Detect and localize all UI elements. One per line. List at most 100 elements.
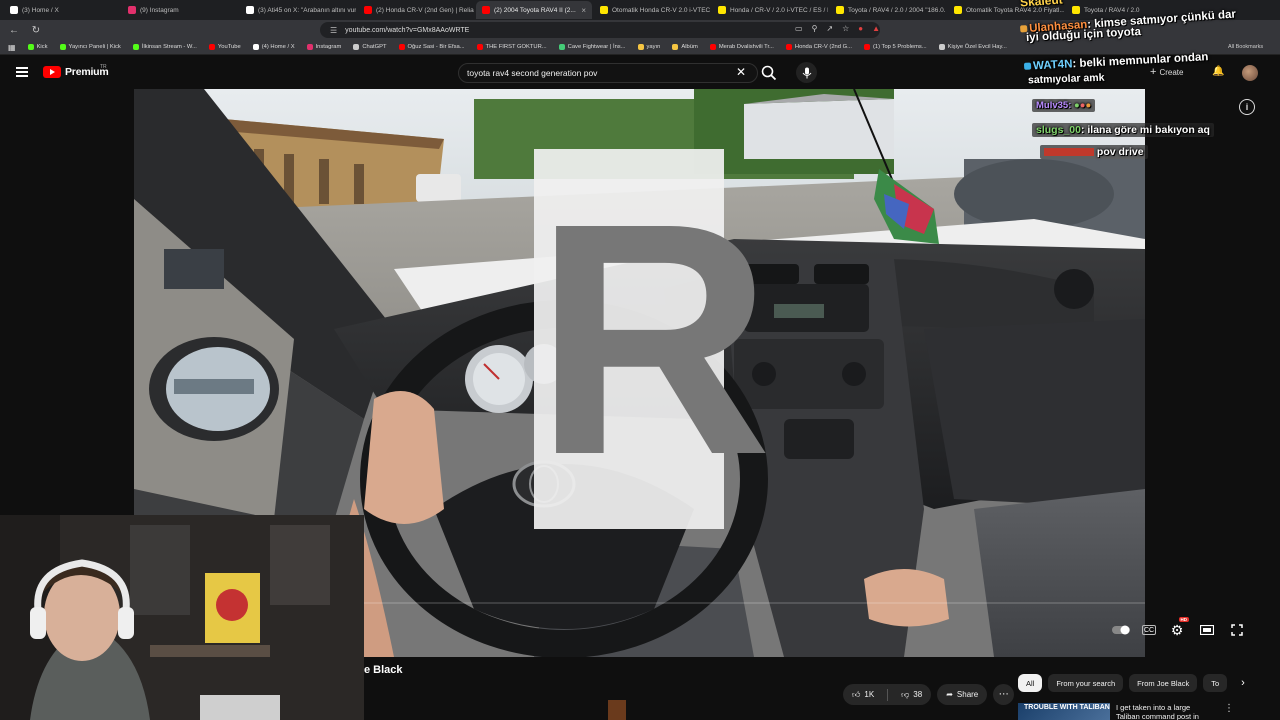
autoplay-toggle[interactable]	[1112, 622, 1130, 638]
site-info-icon[interactable]: ☰	[330, 26, 337, 35]
extension-icon[interactable]: ▲	[872, 24, 880, 33]
bookmark-favicon-icon	[208, 44, 215, 50]
bookmark-label: İlkinsan Stream - W...	[141, 44, 197, 50]
extension-icon[interactable]: ●	[858, 24, 863, 33]
apps-grid-icon[interactable]: ▦	[8, 43, 16, 52]
browser-tab[interactable]: (2) 2004 Toyota RAV4 II (2... ×	[476, 1, 592, 19]
browser-tab[interactable]: Toyota / RAV4 / 2.0 / 2004 "186.0...	[830, 1, 946, 19]
dislike-button[interactable]: 👎︎ 38	[892, 684, 931, 705]
bookmark-item[interactable]: Honda CR-V (2nd G...	[785, 44, 852, 50]
youtube-play-logo-icon	[43, 66, 61, 78]
channel-avatar-thumb[interactable]	[608, 700, 626, 720]
bookmark-item[interactable]: yayın	[637, 44, 661, 50]
recommended-video[interactable]: TROUBLE WITH TALIBAN I get taken into a …	[1018, 703, 1280, 720]
bookmark-label: Kick	[36, 44, 48, 50]
bookmark-label: (4) Home / X	[261, 44, 295, 50]
thumbs-down-icon: 👎︎	[901, 689, 910, 699]
bookmark-item[interactable]: Kişiye Özel Evcil Hay...	[938, 44, 1007, 50]
rec-more-icon[interactable]: ⋮	[1224, 703, 1234, 720]
filter-chip[interactable]: From your search	[1048, 674, 1124, 692]
back-arrow-icon[interactable]: ←	[8, 25, 20, 36]
chat-username: slugs_00	[1036, 124, 1081, 136]
bookmark-star-icon[interactable]: ☆	[842, 24, 849, 33]
more-actions-icon[interactable]: ⋯	[993, 684, 1015, 705]
bookmark-favicon-icon	[785, 44, 792, 50]
recommendation-chips: All From your search From Joe Black To ›	[1018, 674, 1245, 692]
browser-tab[interactable]: (3) Home / X	[4, 1, 120, 19]
bookmark-label: ChatGPT	[362, 44, 387, 50]
bookmark-label: Merab Dvalishvili Tr...	[718, 44, 774, 50]
bookmark-item[interactable]: Albüm	[672, 44, 698, 50]
bookmark-item[interactable]: Kick	[27, 44, 48, 50]
tab-title: Honda / CR-V / 2.0 i-VTEC / ES / H...	[730, 6, 828, 14]
stream-chat-overlay: Skaleut Ulanhasan: kimse satmıyor çünkü …	[1010, 0, 1280, 165]
bookmark-item[interactable]: ChatGPT	[353, 44, 387, 50]
bookmark-item[interactable]: YouTube	[208, 44, 241, 50]
bookmark-item[interactable]: Oğuz Sasi - Bir Efsa...	[398, 44, 465, 50]
zoom-icon[interactable]: ⚲	[812, 24, 818, 33]
browser-tab[interactable]: Otomatik Honda CR-V 2.0 i-VTEC...	[594, 1, 710, 19]
like-button[interactable]: 👍︎ 1K	[843, 684, 883, 705]
cast-icon[interactable]: ▭	[795, 24, 803, 33]
fullscreen-icon[interactable]	[1228, 622, 1246, 638]
share-icon: ➦	[946, 690, 953, 699]
browser-tab[interactable]: Honda / CR-V / 2.0 i-VTEC / ES / H...	[712, 1, 828, 19]
channel-name[interactable]: e Black	[364, 664, 403, 676]
video-overlay-letter: R	[534, 149, 772, 529]
dislike-count: 38	[913, 690, 923, 699]
share-page-icon[interactable]: ↗	[826, 24, 833, 33]
bookmark-favicon-icon	[398, 44, 405, 50]
tab-title: Toyota / RAV4 / 2.0 / 2004 "186.0...	[848, 6, 946, 14]
theater-mode-icon[interactable]	[1198, 622, 1216, 638]
autoplay-toggle-icon	[1112, 625, 1130, 635]
bookmark-item[interactable]: Merab Dvalishvili Tr...	[709, 44, 774, 50]
bookmark-item[interactable]: (4) Home / X	[252, 44, 295, 50]
search-icon[interactable]	[760, 64, 778, 82]
hamburger-menu-icon[interactable]	[16, 67, 28, 77]
tab-favicon-icon	[600, 6, 608, 14]
share-button[interactable]: ➦ Share	[937, 684, 988, 705]
search-query: toyota rav4 second generation pov	[467, 68, 598, 78]
bookmark-favicon-icon	[672, 44, 679, 50]
chat-text: belki memnunlar ondan	[1079, 51, 1209, 70]
browser-tab[interactable]: (9) Instagram	[122, 1, 238, 19]
subtitles-icon[interactable]: CC	[1142, 625, 1156, 635]
bookmark-label: Yayıncı Paneli | Kick	[68, 44, 121, 50]
tab-favicon-icon	[246, 6, 254, 14]
divider	[887, 688, 889, 701]
chips-next-arrow-icon[interactable]: ›	[1241, 677, 1245, 689]
bookmark-label: THE FIRST GOKTUR...	[485, 44, 547, 50]
settings-gear-icon[interactable]: ⚙ HD	[1168, 617, 1189, 638]
bookmark-item[interactable]: Yayıncı Paneli | Kick	[59, 44, 121, 50]
chat-text: pov drive	[1096, 146, 1144, 158]
voice-search-button[interactable]	[796, 62, 817, 83]
video-actions: 👍︎ 1K 👎︎ 38 ➦ Share ⋯	[843, 684, 1015, 705]
rec-thumbnail[interactable]: TROUBLE WITH TALIBAN	[1018, 703, 1110, 720]
chat-message: satmıyolar amk	[1028, 72, 1105, 87]
browser-tab[interactable]: (3) Ati45 on X: "Arabanın altını vuru...	[240, 1, 356, 19]
filter-chip[interactable]: To	[1203, 674, 1228, 692]
bookmark-label: Cave Fightwear | İns...	[567, 44, 626, 50]
clear-search-icon[interactable]: ✕	[736, 65, 746, 79]
reload-icon[interactable]: ↻	[30, 25, 42, 36]
close-tab-icon[interactable]: ×	[581, 6, 586, 15]
tab-title: (3) Ati45 on X: "Arabanın altını vuru...	[258, 6, 356, 14]
bookmark-favicon-icon	[132, 44, 139, 50]
filter-chip[interactable]: All	[1018, 674, 1043, 692]
bookmark-label: yayın	[646, 44, 661, 50]
emote-icon: ●	[1085, 100, 1092, 111]
filter-chip[interactable]: From Joe Black	[1129, 674, 1198, 692]
youtube-logo[interactable]: Premium	[43, 66, 109, 78]
bookmark-item[interactable]: Cave Fightwear | İns...	[558, 44, 626, 50]
chat-text: ilana göre mi bakıyon aq	[1087, 124, 1210, 136]
bookmark-item[interactable]: Instagram	[306, 44, 341, 50]
rec-title[interactable]: I get taken into a large Taliban command…	[1116, 703, 1212, 720]
chat-username: WAT4N	[1032, 58, 1073, 73]
bookmark-item[interactable]: THE FIRST GOKTUR...	[476, 44, 547, 50]
search-input[interactable]: toyota rav4 second generation pov	[458, 63, 758, 83]
chat-message: WAT4N: belki memnunlar ondan	[1023, 51, 1209, 73]
browser-tab[interactable]: (2) Honda CR-V (2nd Gen) | Reliab...	[358, 1, 474, 19]
bookmark-item[interactable]: İlkinsan Stream - W...	[132, 44, 197, 50]
bookmark-item[interactable]: (1) Top 5 Problems...	[863, 44, 927, 50]
progress-bar[interactable]	[364, 602, 1145, 604]
